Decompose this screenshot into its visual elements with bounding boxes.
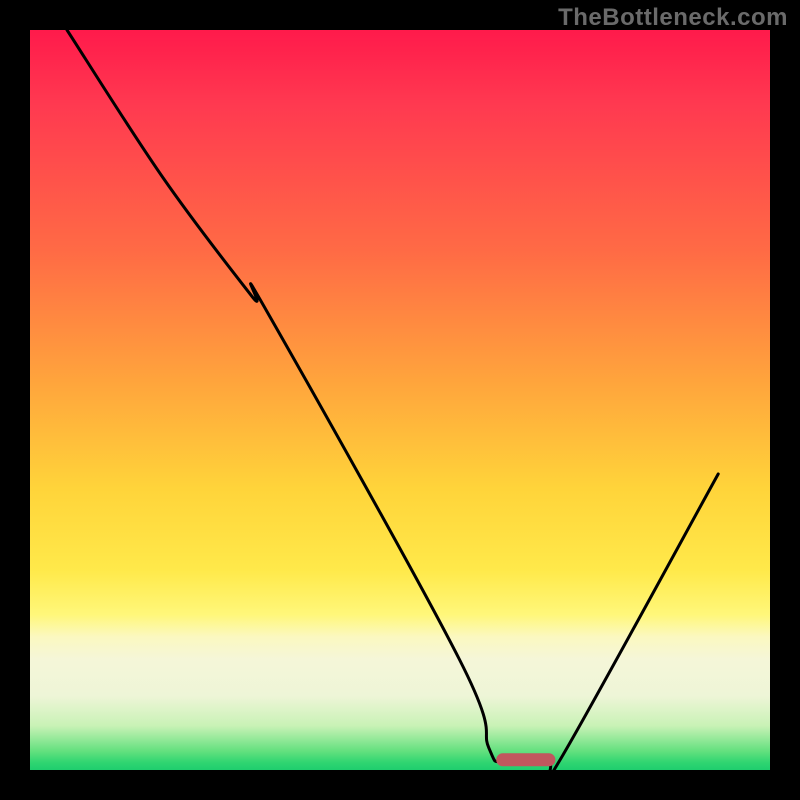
plot-area: [30, 30, 770, 770]
curve-svg: [30, 30, 770, 770]
bottleneck-curve-path: [67, 30, 718, 770]
optimum-marker: [496, 753, 555, 766]
watermark-text: TheBottleneck.com: [558, 4, 788, 32]
chart-container: TheBottleneck.com: [0, 0, 800, 800]
